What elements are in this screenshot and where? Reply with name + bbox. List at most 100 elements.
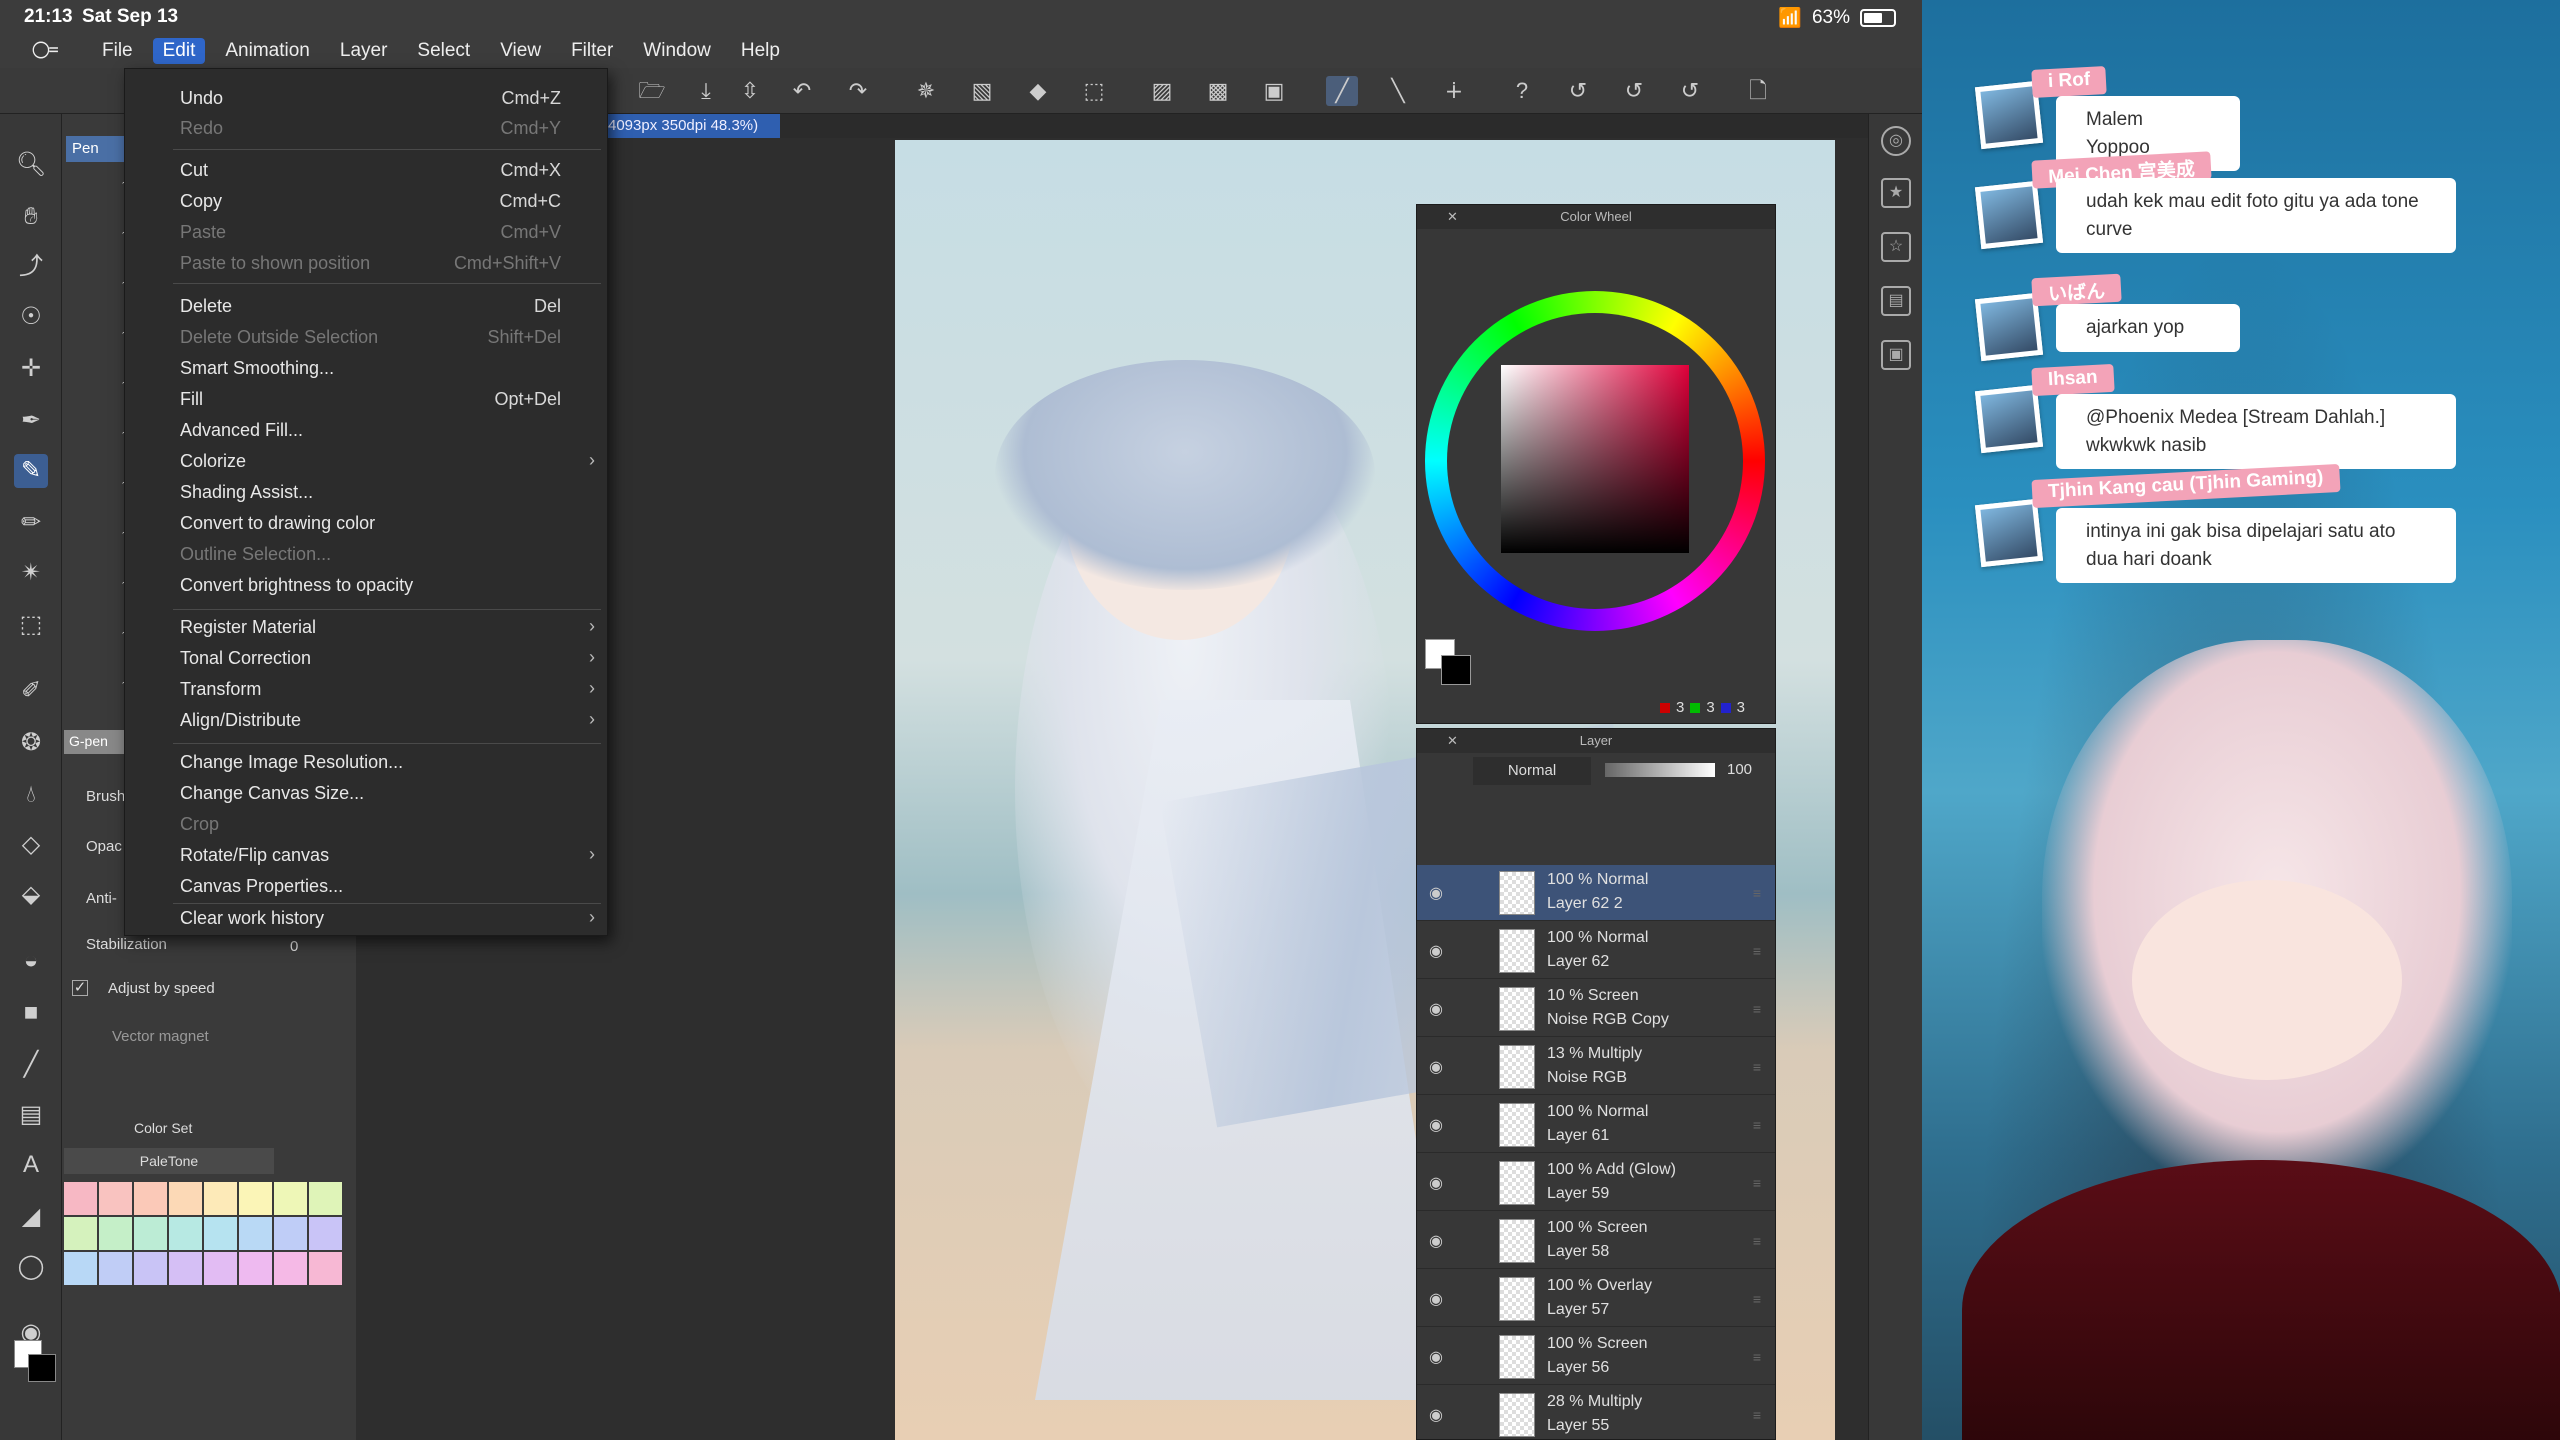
- layer-row[interactable]: ◉ 10 % Screen Noise RGB Copy ≡: [1417, 981, 1775, 1037]
- snap-ruler-icon[interactable]: ╱: [1326, 76, 1358, 106]
- palette-swatch[interactable]: [169, 1217, 202, 1250]
- reset-icon[interactable]: ↺: [1674, 76, 1706, 106]
- snap-grid-icon[interactable]: ∔: [1438, 76, 1470, 106]
- palette-swatch[interactable]: [204, 1252, 237, 1285]
- pencil-icon[interactable]: ✏: [14, 506, 48, 540]
- menu-item-change-image-resolution[interactable]: Change Image Resolution...: [180, 749, 561, 775]
- blend-mode-dropdown[interactable]: Normal: [1473, 757, 1591, 785]
- drag-handle-icon[interactable]: ≡: [1753, 1175, 1761, 1191]
- menu-animation[interactable]: Animation: [215, 38, 320, 64]
- palette-swatch[interactable]: [309, 1182, 342, 1215]
- mask-icon[interactable]: ▣: [1258, 76, 1290, 106]
- palette-swatch[interactable]: [64, 1182, 97, 1215]
- drag-handle-icon[interactable]: ≡: [1753, 1349, 1761, 1365]
- background-color-swatch[interactable]: [1441, 655, 1471, 685]
- pen-icon[interactable]: ✎: [14, 454, 48, 488]
- palette-swatch[interactable]: [64, 1217, 97, 1250]
- layer-row[interactable]: ◉ 100 % Screen Layer 58 ≡: [1417, 1213, 1775, 1269]
- opacity-slider[interactable]: [1605, 763, 1715, 777]
- palette-swatch[interactable]: [239, 1182, 272, 1215]
- undo-icon[interactable]: ↶: [786, 76, 818, 106]
- palette-swatch[interactable]: [309, 1252, 342, 1285]
- blend-icon[interactable]: 💧︎: [14, 778, 48, 812]
- menu-file[interactable]: File: [92, 38, 143, 64]
- visibility-eye-icon[interactable]: ◉: [1429, 1231, 1443, 1251]
- operation-icon[interactable]: ⤴: [14, 250, 48, 284]
- menu-item-colorize[interactable]: Colorize ›: [180, 448, 595, 474]
- text-icon[interactable]: A: [14, 1148, 48, 1182]
- menu-filter[interactable]: Filter: [561, 38, 623, 64]
- lasso-icon[interactable]: ◯: [14, 1250, 48, 1284]
- opacity-value[interactable]: 100: [1727, 761, 1752, 778]
- menu-window[interactable]: Window: [633, 38, 721, 64]
- palette-swatch[interactable]: [134, 1182, 167, 1215]
- drag-handle-icon[interactable]: ≡: [1753, 885, 1761, 901]
- menu-item-register-material[interactable]: Register Material ›: [180, 614, 595, 640]
- close-icon[interactable]: ✕: [1447, 729, 1458, 753]
- gpen-tab[interactable]: G-pen: [64, 730, 124, 754]
- save-icon[interactable]: ⤓: [690, 76, 722, 106]
- palette-swatch[interactable]: [99, 1217, 132, 1250]
- visibility-eye-icon[interactable]: ◉: [1429, 1173, 1443, 1193]
- menu-help[interactable]: Help: [731, 38, 790, 64]
- palette-swatch[interactable]: [204, 1217, 237, 1250]
- menu-item-copy[interactable]: Copy Cmd+C: [180, 188, 561, 214]
- decoration-icon[interactable]: ❂: [14, 726, 48, 760]
- palette-swatch[interactable]: [274, 1252, 307, 1285]
- palette-swatch[interactable]: [204, 1182, 237, 1215]
- move-icon[interactable]: ✛: [14, 352, 48, 386]
- visibility-eye-icon[interactable]: ◉: [1429, 1057, 1443, 1077]
- palette-swatch[interactable]: [99, 1182, 132, 1215]
- menu-layer[interactable]: Layer: [330, 38, 398, 64]
- canvas-info-tab[interactable]: 4093px 350dpi 48.3%): [600, 114, 780, 138]
- drag-handle-icon[interactable]: ≡: [1753, 1233, 1761, 1249]
- stabilization-value[interactable]: 0: [290, 938, 298, 955]
- palette-swatch[interactable]: [169, 1252, 202, 1285]
- layer-row[interactable]: ◉ 100 % Normal Layer 62 ≡: [1417, 923, 1775, 979]
- adjust-speed-checkbox[interactable]: ✓: [72, 980, 88, 996]
- rotate-icon[interactable]: ↺: [1618, 76, 1650, 106]
- menu-view[interactable]: View: [490, 38, 551, 64]
- menu-item-convert-drawing-color[interactable]: Convert to drawing color: [180, 510, 561, 536]
- transform-icon[interactable]: ⬚: [1078, 76, 1110, 106]
- color-set-dropdown[interactable]: PaleTone: [64, 1148, 274, 1174]
- history-icon[interactable]: ▣: [1881, 340, 1911, 370]
- palette-swatch[interactable]: [64, 1252, 97, 1285]
- app-logo-icon[interactable]: ⧃: [22, 37, 68, 65]
- visibility-eye-icon[interactable]: ◉: [1429, 1347, 1443, 1367]
- expand-icon[interactable]: ⇳: [734, 76, 766, 106]
- favorite-material-icon[interactable]: ☆: [1881, 232, 1911, 262]
- layer-row[interactable]: ◉ 100 % Normal Layer 61 ≡: [1417, 1097, 1775, 1153]
- palette-swatch[interactable]: [274, 1182, 307, 1215]
- clear-icon[interactable]: ▧: [966, 76, 998, 106]
- menu-item-clear-work-history[interactable]: Clear work history ›: [180, 905, 595, 931]
- layer-row[interactable]: ◉ 100 % Normal Layer 62 2 ≡: [1417, 865, 1775, 921]
- menu-item-fill[interactable]: Fill Opt+Del: [180, 386, 561, 412]
- hand-icon[interactable]: ✋︎: [14, 200, 48, 234]
- menu-select[interactable]: Select: [407, 38, 480, 64]
- rotate-left-icon[interactable]: ↺: [1562, 76, 1594, 106]
- menu-item-canvas-properties[interactable]: Canvas Properties...: [180, 873, 561, 899]
- menu-item-advanced-fill[interactable]: Advanced Fill...: [180, 417, 561, 443]
- menu-edit[interactable]: Edit: [152, 38, 206, 64]
- palette-swatch[interactable]: [169, 1182, 202, 1215]
- menu-item-delete[interactable]: Delete Del: [180, 293, 561, 319]
- brush-icon[interactable]: ✐: [14, 674, 48, 708]
- menu-item-brightness-to-opacity[interactable]: Convert brightness to opacity: [180, 572, 561, 598]
- fill-bucket-icon[interactable]: ⬙: [14, 878, 48, 912]
- visibility-eye-icon[interactable]: ◉: [1429, 941, 1443, 961]
- zoom-icon[interactable]: 🔍︎: [14, 148, 48, 182]
- balloon-icon[interactable]: ◢: [14, 1200, 48, 1234]
- menu-item-cut[interactable]: Cut Cmd+X: [180, 157, 561, 183]
- menu-item-undo[interactable]: Undo Cmd+Z: [180, 85, 561, 111]
- drag-handle-icon[interactable]: ≡: [1753, 1001, 1761, 1017]
- visibility-eye-icon[interactable]: ◉: [1429, 1115, 1443, 1135]
- eyedropper-icon[interactable]: ✒: [14, 404, 48, 438]
- deselect-icon[interactable]: ▨: [1146, 76, 1178, 106]
- layer-row[interactable]: ◉ 100 % Add (Glow) Layer 59 ≡: [1417, 1155, 1775, 1211]
- bucket-icon[interactable]: ◒: [14, 944, 48, 978]
- drag-handle-icon[interactable]: ≡: [1753, 1291, 1761, 1307]
- menu-item-rotate-flip-canvas[interactable]: Rotate/Flip canvas ›: [180, 842, 595, 868]
- menu-item-shading-assist[interactable]: Shading Assist...: [180, 479, 561, 505]
- drag-handle-icon[interactable]: ≡: [1753, 1117, 1761, 1133]
